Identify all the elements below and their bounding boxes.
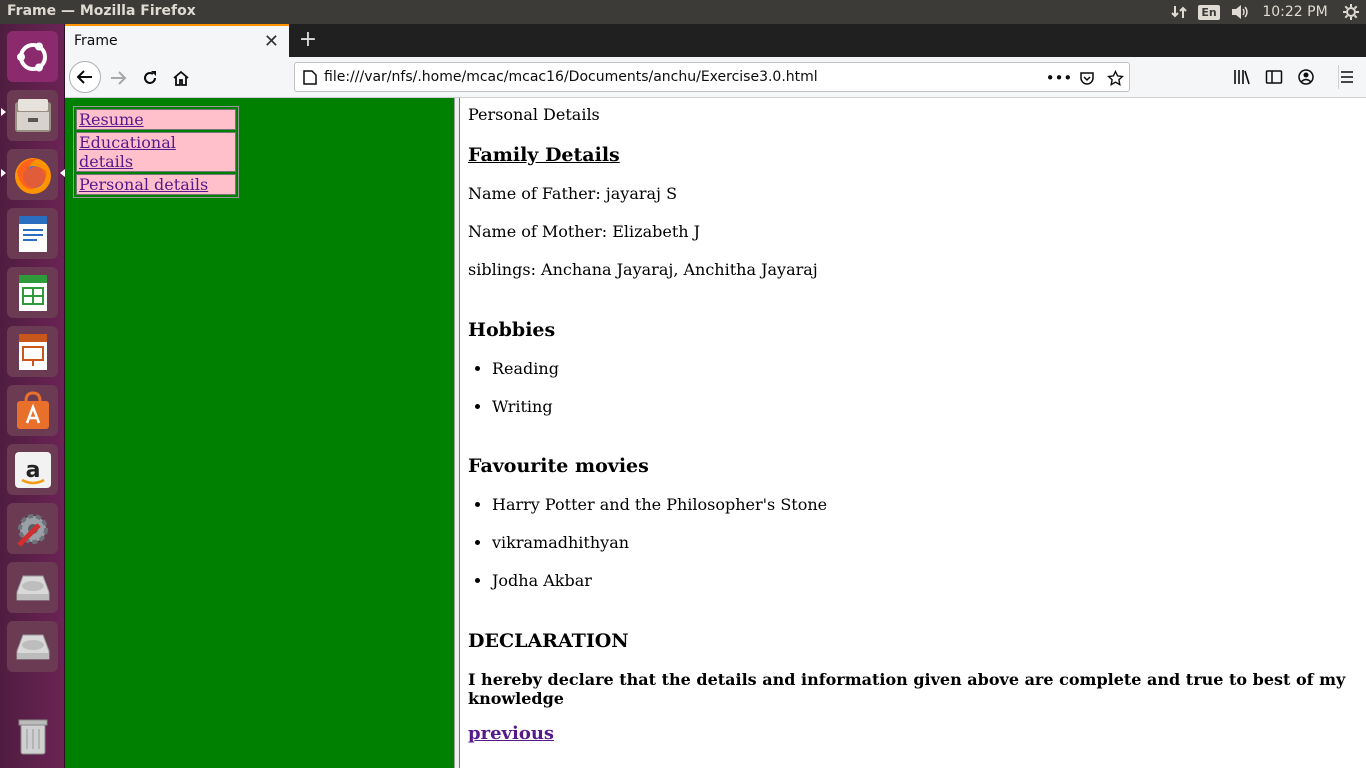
drive-icon[interactable] — [7, 621, 58, 672]
link-educational-details[interactable]: Educational details — [79, 133, 176, 171]
tab-title: Frame — [74, 33, 118, 49]
movies-list: Harry Potter and the Philosopher's Stone… — [492, 495, 827, 609]
siblings: siblings: Anchana Jayaraj, Anchitha Jaya… — [468, 260, 818, 279]
library-icon[interactable] — [1232, 67, 1252, 87]
section-label: Personal Details — [468, 105, 600, 124]
tab-bar: Frame ✕ + — [65, 24, 1366, 57]
hamburger-menu-icon[interactable] — [1337, 67, 1357, 87]
link-resume[interactable]: Resume — [79, 110, 144, 129]
account-icon[interactable] — [1296, 67, 1316, 87]
home-icon[interactable] — [166, 63, 196, 93]
back-arrow-icon[interactable] — [69, 61, 101, 93]
content-frame: Personal Details Family Details Name of … — [460, 98, 1366, 768]
new-tab-plus-icon[interactable]: + — [295, 27, 321, 53]
list-item: Jodha Akbar — [492, 571, 827, 590]
amazon-icon[interactable]: a — [7, 444, 58, 495]
reload-icon[interactable] — [135, 63, 165, 93]
list-item: Writing — [492, 397, 559, 416]
father-name: Name of Father: jayaraj S — [468, 184, 678, 203]
mother-name: Name of Mother: Elizabeth J — [468, 222, 701, 241]
active-pip — [1, 169, 6, 177]
nav-cell: Educational details — [76, 132, 236, 172]
page-document-icon — [303, 70, 317, 85]
link-personal-details[interactable]: Personal details — [79, 175, 208, 194]
declaration-text: I hereby declare that the details and in… — [468, 670, 1346, 708]
calc-icon[interactable] — [7, 267, 58, 318]
system-tray: En 10:22 PM — [1166, 0, 1366, 24]
clock[interactable]: 10:22 PM — [1254, 0, 1336, 24]
keyboard-layout-label: En — [1198, 4, 1220, 20]
drive-icon[interactable] — [7, 562, 58, 613]
volume-icon[interactable] — [1226, 0, 1254, 24]
ubuntu-dash-icon[interactable] — [7, 31, 58, 82]
power-gear-icon[interactable] — [1336, 0, 1366, 24]
sidebar-icon[interactable] — [1264, 67, 1284, 87]
software-center-icon[interactable] — [7, 385, 58, 436]
nav-cell: Personal details — [76, 174, 236, 195]
list-item: Harry Potter and the Philosopher's Stone — [492, 495, 827, 514]
files-icon[interactable] — [7, 90, 58, 141]
network-icon[interactable] — [1166, 0, 1192, 24]
hobbies-heading: Hobbies — [468, 319, 556, 341]
family-details-heading: Family Details — [468, 144, 620, 166]
previous-link-wrapper: previous — [468, 723, 1358, 744]
writer-icon[interactable] — [7, 208, 58, 259]
keyboard-layout-indicator[interactable]: En — [1192, 0, 1226, 24]
pocket-icon[interactable] — [1077, 68, 1097, 88]
launcher: a — [0, 24, 65, 768]
svg-text:a: a — [25, 458, 40, 483]
url-bar[interactable]: file:///var/nfs/.home/mcac/mcac16/Docume… — [294, 62, 1130, 92]
system-settings-icon[interactable] — [7, 503, 58, 554]
previous-link[interactable]: previous — [468, 723, 554, 744]
firefox-icon[interactable] — [7, 149, 58, 200]
list-item: vikramadhithyan — [492, 533, 827, 552]
forward-arrow-icon[interactable] — [103, 63, 133, 93]
hobbies-list: Reading Writing — [492, 359, 559, 435]
active-pip — [1, 108, 6, 116]
impress-icon[interactable] — [7, 326, 58, 377]
top-panel: Frame — Mozilla Firefox En 10:22 PM — [0, 0, 1366, 24]
url-text[interactable]: file:///var/nfs/.home/mcac/mcac16/Docume… — [324, 69, 818, 85]
navigation-table: Resume Educational details Personal deta… — [73, 106, 239, 198]
list-item: Reading — [492, 359, 559, 378]
page-actions-icon[interactable]: ••• — [1046, 68, 1073, 88]
window-title: Frame — Mozilla Firefox — [7, 3, 196, 19]
favourite-movies-heading: Favourite movies — [468, 455, 649, 477]
bookmark-star-icon[interactable] — [1105, 68, 1125, 88]
declaration-heading: DECLARATION — [468, 630, 629, 652]
left-navigation-frame: Resume Educational details Personal deta… — [65, 98, 454, 768]
close-tab-icon[interactable]: ✕ — [264, 31, 279, 52]
navigation-toolbar: file:///var/nfs/.home/mcac/mcac16/Docume… — [65, 57, 1366, 98]
trash-icon[interactable] — [7, 710, 58, 761]
nav-cell: Resume — [76, 109, 236, 130]
tab-frame[interactable]: Frame ✕ — [65, 24, 289, 57]
